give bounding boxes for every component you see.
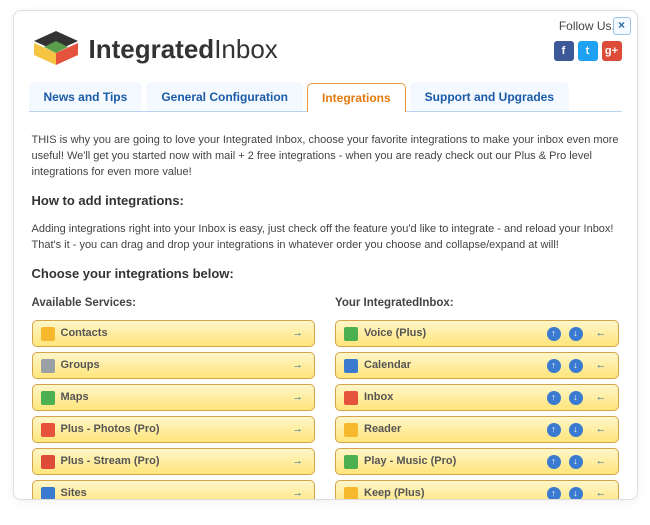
brand: IntegratedInbox: [31, 29, 278, 69]
service-label: Maps: [61, 390, 284, 406]
content-area: THIS is why you are going to love your I…: [29, 112, 622, 500]
tab-integrations[interactable]: Integrations: [307, 83, 406, 112]
logo-icon: [31, 29, 81, 69]
service-label: Inbox: [364, 390, 539, 406]
add-arrow-icon[interactable]: →: [289, 454, 306, 470]
brand-text: IntegratedInbox: [89, 34, 278, 65]
move-up-button[interactable]: ↑: [547, 487, 561, 500]
available-item[interactable]: Plus - Stream (Pro) →: [32, 448, 316, 475]
follow-label: Follow Us...: [554, 19, 622, 33]
move-up-button[interactable]: ↑: [547, 327, 561, 341]
inbox-title: Your IntegratedInbox:: [335, 295, 619, 312]
available-column: Available Services: Contacts→Groups→Maps…: [32, 289, 316, 500]
service-label: Reader: [364, 422, 539, 438]
inbox-item[interactable]: Keep (Plus) ↑ ↓ ←: [335, 480, 619, 500]
tab-news-and-tips[interactable]: News and Tips: [29, 82, 143, 111]
available-item[interactable]: Contacts →: [32, 320, 316, 347]
service-icon: [344, 359, 358, 373]
service-label: Calendar: [364, 358, 539, 374]
service-label: Plus - Photos (Pro): [61, 422, 284, 438]
how-heading: How to add integrations:: [32, 192, 619, 211]
move-down-button[interactable]: ↓: [569, 423, 583, 437]
available-item[interactable]: Groups →: [32, 352, 316, 379]
move-up-button[interactable]: ↑: [547, 423, 561, 437]
remove-arrow-icon[interactable]: ←: [593, 358, 610, 374]
service-label: Groups: [61, 358, 284, 374]
available-list: Contacts→Groups→Maps→Plus - Photos (Pro)…: [32, 320, 316, 500]
add-arrow-icon[interactable]: →: [289, 486, 306, 500]
follow-block: Follow Us... f t g+: [554, 19, 622, 61]
move-down-button[interactable]: ↓: [569, 327, 583, 341]
settings-modal: × IntegratedInbox Follow Us... f t g+ Ne…: [13, 10, 638, 500]
choose-heading: Choose your integrations below:: [32, 265, 619, 284]
remove-arrow-icon[interactable]: ←: [593, 486, 610, 500]
available-item[interactable]: Maps →: [32, 384, 316, 411]
tab-general-configuration[interactable]: General Configuration: [146, 82, 303, 111]
service-icon: [41, 455, 55, 469]
googleplus-icon[interactable]: g+: [602, 41, 622, 61]
service-icon: [41, 423, 55, 437]
service-icon: [41, 391, 55, 405]
available-item[interactable]: Sites →: [32, 480, 316, 500]
inbox-column: Your IntegratedInbox: Voice (Plus)↑↓←Cal…: [335, 289, 619, 500]
service-label: Plus - Stream (Pro): [61, 454, 284, 470]
remove-arrow-icon[interactable]: ←: [593, 422, 610, 438]
service-label: Play - Music (Pro): [364, 454, 539, 470]
inbox-item[interactable]: Play - Music (Pro) ↑ ↓ ←: [335, 448, 619, 475]
add-arrow-icon[interactable]: →: [289, 358, 306, 374]
twitter-icon[interactable]: t: [578, 41, 598, 61]
service-icon: [41, 327, 55, 341]
tab-support-and-upgrades[interactable]: Support and Upgrades: [410, 82, 569, 111]
inbox-item[interactable]: Inbox ↑ ↓ ←: [335, 384, 619, 411]
move-down-button[interactable]: ↓: [569, 487, 583, 500]
header: IntegratedInbox Follow Us... f t g+: [29, 19, 622, 74]
move-up-button[interactable]: ↑: [547, 455, 561, 469]
service-label: Sites: [61, 486, 284, 500]
add-arrow-icon[interactable]: →: [289, 390, 306, 406]
add-arrow-icon[interactable]: →: [289, 326, 306, 342]
service-label: Keep (Plus): [364, 486, 539, 500]
move-down-button[interactable]: ↓: [569, 455, 583, 469]
service-icon: [344, 455, 358, 469]
intro-text: THIS is why you are going to love your I…: [32, 133, 619, 181]
social-links: f t g+: [554, 41, 622, 61]
service-label: Voice (Plus): [364, 326, 539, 342]
service-icon: [344, 487, 358, 500]
inbox-list: Voice (Plus)↑↓←Calendar↑↓←Inbox↑↓←Reader…: [335, 320, 619, 500]
how-text: Adding integrations right into your Inbo…: [32, 222, 619, 254]
available-title: Available Services:: [32, 295, 316, 312]
move-down-button[interactable]: ↓: [569, 359, 583, 373]
inbox-item[interactable]: Voice (Plus) ↑ ↓ ←: [335, 320, 619, 347]
close-icon[interactable]: ×: [613, 17, 631, 35]
available-item[interactable]: Plus - Photos (Pro) →: [32, 416, 316, 443]
facebook-icon[interactable]: f: [554, 41, 574, 61]
move-up-button[interactable]: ↑: [547, 391, 561, 405]
inbox-item[interactable]: Calendar ↑ ↓ ←: [335, 352, 619, 379]
service-icon: [344, 423, 358, 437]
tab-bar: News and TipsGeneral ConfigurationIntegr…: [29, 82, 622, 112]
remove-arrow-icon[interactable]: ←: [593, 454, 610, 470]
service-icon: [344, 327, 358, 341]
service-icon: [41, 487, 55, 500]
service-icon: [41, 359, 55, 373]
add-arrow-icon[interactable]: →: [289, 422, 306, 438]
remove-arrow-icon[interactable]: ←: [593, 390, 610, 406]
move-down-button[interactable]: ↓: [569, 391, 583, 405]
remove-arrow-icon[interactable]: ←: [593, 326, 610, 342]
inbox-item[interactable]: Reader ↑ ↓ ←: [335, 416, 619, 443]
service-icon: [344, 391, 358, 405]
move-up-button[interactable]: ↑: [547, 359, 561, 373]
integration-columns: Available Services: Contacts→Groups→Maps…: [32, 289, 619, 500]
service-label: Contacts: [61, 326, 284, 342]
